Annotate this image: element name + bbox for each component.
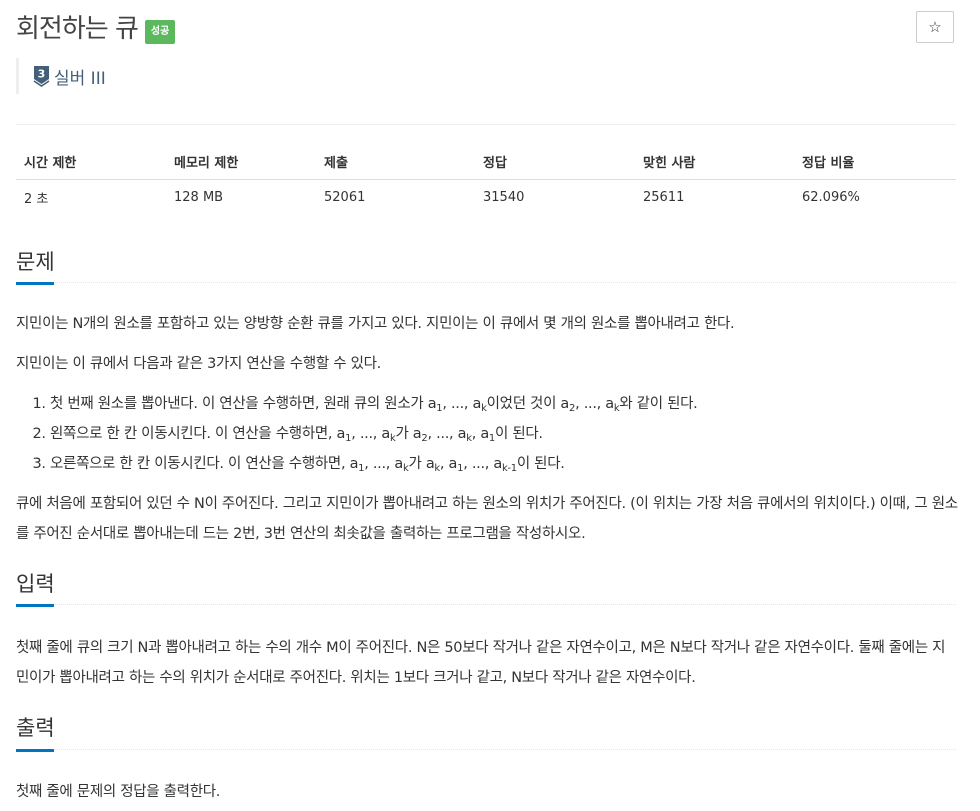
header-solvers: 맞힌 사람 bbox=[635, 143, 794, 180]
table-header-row: 시간 제한 메모리 제한 제출 정답 맞힌 사람 정답 비율 bbox=[16, 143, 956, 180]
solvers-value: 25611 bbox=[643, 190, 685, 205]
time-limit-value: 2 초 bbox=[24, 192, 49, 207]
divider bbox=[16, 124, 956, 125]
section-underline bbox=[16, 604, 54, 607]
silver-tier-icon: 3 bbox=[33, 66, 50, 87]
header-submissions: 제출 bbox=[316, 143, 475, 180]
problem-info-table: 시간 제한 메모리 제한 제출 정답 맞힌 사람 정답 비율 2 초 128 M… bbox=[16, 143, 956, 215]
section-underline bbox=[16, 749, 54, 752]
ratio-value: 62.096% bbox=[802, 190, 860, 205]
header-accepted: 정답 bbox=[475, 143, 635, 180]
section-rule bbox=[16, 749, 956, 750]
section-title-input: 입력 bbox=[16, 572, 55, 596]
submissions-value: 52061 bbox=[324, 190, 366, 205]
list-item: 오른쪽으로 한 칸 이동시킨다. 이 연산을 수행하면, a1, ..., ak… bbox=[50, 449, 980, 479]
section-underline bbox=[16, 282, 54, 285]
header-time-limit: 시간 제한 bbox=[16, 143, 166, 180]
status-badge: 성공 bbox=[144, 20, 176, 44]
memory-limit-value: 128 MB bbox=[174, 190, 224, 205]
problem-header: 회전하는 큐 성공 bbox=[16, 12, 176, 46]
header-memory-limit: 메모리 제한 bbox=[166, 143, 316, 180]
list-item: 왼쪽으로 한 칸 이동시킨다. 이 연산을 수행하면, a1, ..., ak가… bbox=[50, 419, 980, 449]
problem-title: 회전하는 큐 bbox=[16, 14, 139, 44]
problem-paragraph-1: 지민이는 N개의 원소를 포함하고 있는 양방향 순환 큐를 가지고 있다. 지… bbox=[16, 316, 735, 332]
tier-info: 3 실버 III bbox=[16, 58, 106, 94]
problem-paragraph-2: 지민이는 이 큐에서 다음과 같은 3가지 연산을 수행할 수 있다. bbox=[16, 356, 381, 372]
table-row: 2 초 128 MB 52061 31540 25611 62.096% bbox=[16, 180, 956, 216]
problem-paragraph-3: 큐에 처음에 포함되어 있던 수 N이 주어진다. 그리고 지민이가 뽑아내려고… bbox=[16, 496, 958, 542]
list-item: 첫 번째 원소를 뽑아낸다. 이 연산을 수행하면, 원래 큐의 원소가 a1,… bbox=[50, 389, 980, 419]
section-title-problem: 문제 bbox=[16, 250, 55, 274]
output-paragraph: 첫째 줄에 문제의 정답을 출력한다. bbox=[16, 784, 221, 800]
tier-number: 3 bbox=[38, 68, 46, 81]
header-ratio: 정답 비율 bbox=[794, 143, 956, 180]
star-button[interactable]: ☆ bbox=[916, 11, 954, 43]
star-icon: ☆ bbox=[928, 18, 942, 36]
accepted-value: 31540 bbox=[483, 190, 525, 205]
section-title-output: 출력 bbox=[16, 716, 55, 740]
input-paragraph: 첫째 줄에 큐의 크기 N과 뽑아내려고 하는 수의 개수 M이 주어진다. N… bbox=[16, 640, 946, 686]
tier-label-link[interactable]: 실버 III bbox=[54, 64, 106, 89]
operations-list: 첫 번째 원소를 뽑아낸다. 이 연산을 수행하면, 원래 큐의 원소가 a1,… bbox=[16, 389, 980, 479]
section-rule bbox=[16, 282, 956, 283]
section-rule bbox=[16, 604, 956, 605]
